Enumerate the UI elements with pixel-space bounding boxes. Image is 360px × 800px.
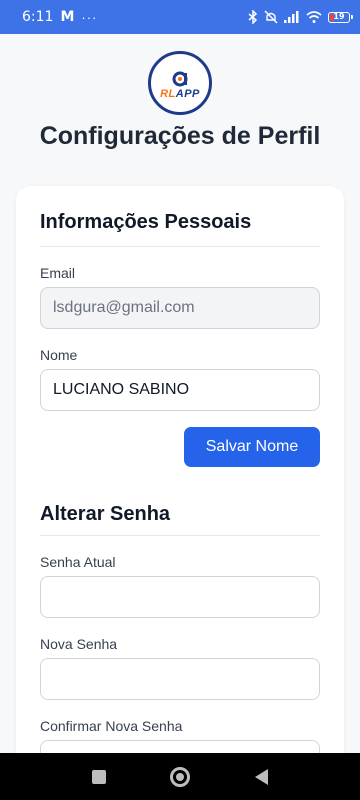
logo-mark-icon <box>172 71 188 86</box>
profile-settings-page: RLAPP Configurações de Perfil Informaçõe… <box>0 34 360 753</box>
app-logo: RLAPP <box>148 51 212 115</box>
name-field[interactable]: LUCIANO SABINO <box>40 369 320 411</box>
battery-icon: 19 <box>328 11 353 23</box>
gmail-icon: M <box>60 9 75 25</box>
home-icon[interactable] <box>170 766 191 787</box>
settings-card: Informações Pessoais Email lsdgura@gmail… <box>16 186 344 753</box>
recent-apps-icon[interactable] <box>92 769 107 784</box>
name-value: LUCIANO SABINO <box>53 381 190 398</box>
status-time: 6:11 <box>22 9 54 25</box>
change-password-title: Alterar Senha <box>40 503 171 525</box>
email-value: lsdgura@gmail.com <box>53 299 195 316</box>
logo-text: RLAPP <box>160 88 200 100</box>
wifi-icon <box>306 11 322 23</box>
email-label: Email <box>40 265 76 281</box>
confirm-password-label: Confirmar Nova Senha <box>40 718 183 734</box>
save-name-button[interactable]: Salvar Nome <box>184 427 320 467</box>
page-title: Configurações de Perfil <box>39 122 321 150</box>
signal-icon <box>284 11 299 23</box>
mute-icon <box>264 10 278 24</box>
status-bar: 6:11 M ··· 19 <box>0 0 360 34</box>
personal-info-title: Informações Pessoais <box>40 211 252 233</box>
new-password-label: Nova Senha <box>40 636 118 652</box>
logo-text-app: APP <box>175 87 200 100</box>
email-field: lsdgura@gmail.com <box>40 287 320 329</box>
section-divider <box>40 246 320 247</box>
current-password-label: Senha Atual <box>40 554 116 570</box>
name-label: Nome <box>40 347 78 363</box>
battery-level-text: 19 <box>333 12 345 21</box>
current-password-field[interactable] <box>40 576 320 618</box>
section-divider <box>40 535 320 536</box>
new-password-field[interactable] <box>40 658 320 700</box>
bluetooth-icon <box>248 10 258 24</box>
back-icon[interactable] <box>254 768 268 785</box>
logo-text-rl: RL <box>160 87 176 100</box>
more-notifications-icon: ··· <box>81 9 98 25</box>
system-navigation-bar <box>0 753 360 800</box>
confirm-password-field[interactable] <box>40 740 320 753</box>
